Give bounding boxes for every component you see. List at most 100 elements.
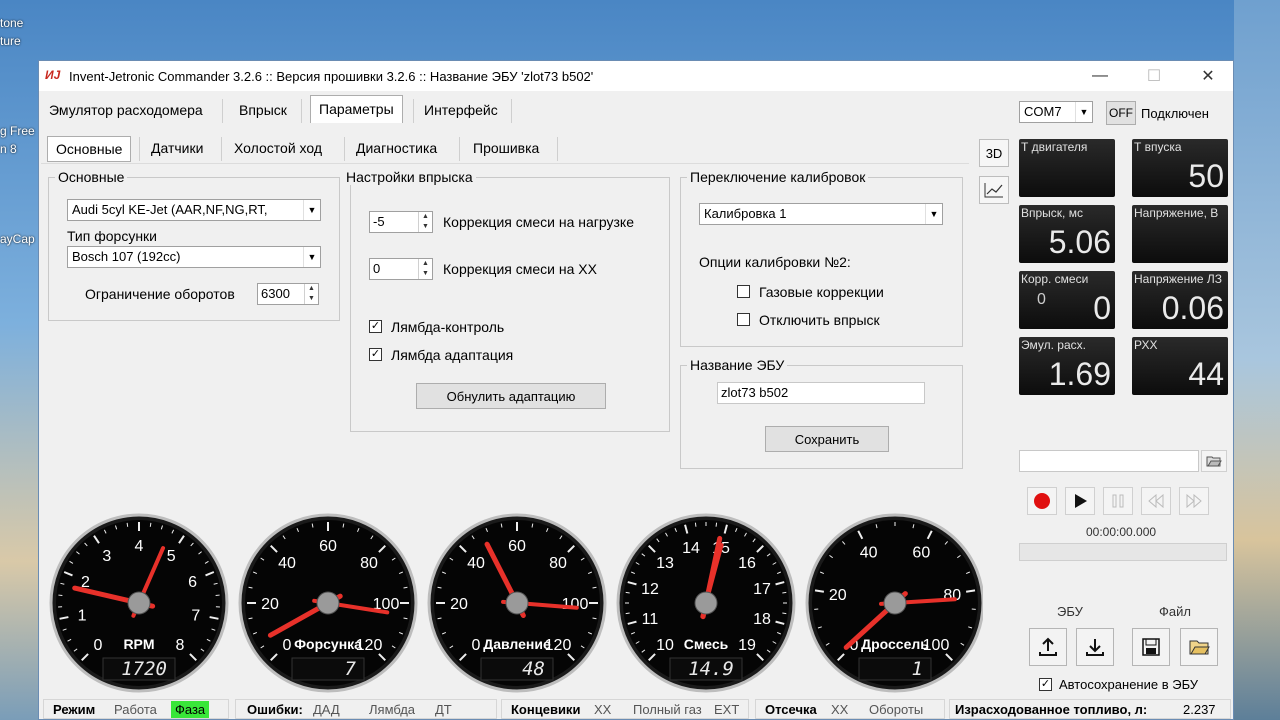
tab-separator [222, 99, 223, 123]
disable-injection-checkbox[interactable] [737, 313, 750, 326]
tab-interface[interactable]: Интерфейс [416, 97, 506, 123]
subtab-idle[interactable]: Холостой ход [226, 136, 330, 162]
gauge-tick-label: 100 [562, 596, 589, 613]
gauge-tick [965, 589, 976, 593]
record-icon [1034, 493, 1050, 509]
gas-corrections-checkbox[interactable] [737, 285, 750, 298]
subtab-separator [344, 137, 345, 161]
ecu-section-label: ЭБУ [1057, 604, 1083, 619]
desktop-left-strip: tone ture g Free n 8 ayCap [0, 0, 38, 720]
rewind-button[interactable] [1141, 487, 1171, 515]
chevron-down-icon[interactable]: ▼ [925, 204, 942, 224]
save-file-button[interactable] [1132, 628, 1170, 666]
play-button[interactable] [1065, 487, 1095, 515]
maximize-button[interactable]: ☐ [1131, 61, 1177, 91]
gauge-tick-label: 80 [549, 555, 567, 572]
tab-flowmeter-emulator[interactable]: Эмулятор расходомера [41, 97, 211, 123]
log-file-input[interactable] [1019, 450, 1199, 472]
lambda-control-checkbox[interactable]: ✓ [369, 320, 382, 333]
rpm-limit-value: 6300 [261, 286, 290, 301]
ecu-name-group [680, 365, 963, 469]
load-correction-value: -5 [373, 214, 385, 229]
gauge-hub [505, 591, 529, 615]
playback-progress[interactable] [1019, 543, 1227, 561]
gauge-name: Дроссель [861, 636, 929, 652]
gauge-tick-label: 6 [188, 574, 197, 591]
status-cutoff-xx: XX [831, 702, 849, 717]
tile-label: Т двигателя [1021, 140, 1088, 154]
status-limit-xx: XX [594, 702, 612, 717]
title-bar: ИJ Invent-Jetronic Commander 3.2.6 :: Ве… [39, 61, 1233, 91]
save-ecu-name-button[interactable]: Сохранить [765, 426, 889, 452]
chevron-down-icon[interactable]: ▼ [303, 200, 320, 220]
tile-label: РХХ [1134, 338, 1158, 352]
autosave-checkbox[interactable]: ✓ [1039, 678, 1052, 691]
calibration-select[interactable]: Калибровка 1 ▼ [699, 203, 943, 225]
spin-arrows-icon[interactable]: ▲ ▼ [418, 259, 432, 279]
pause-button[interactable] [1103, 487, 1133, 515]
upload-to-ecu-button[interactable] [1029, 628, 1067, 666]
spin-arrows-icon[interactable]: ▲ ▼ [418, 212, 432, 232]
gauge-name: Форсунка [294, 636, 362, 652]
open-file-button[interactable] [1180, 628, 1218, 666]
load-correction-input[interactable]: -5 ▲ ▼ [369, 211, 433, 233]
idle-correction-input[interactable]: 0 ▲ ▼ [369, 258, 433, 280]
load-correction-label: Коррекция смеси на нагрузке [443, 214, 635, 230]
tab-separator [301, 99, 302, 123]
gauge-tick-label: 60 [912, 544, 930, 561]
gauge-tick-label: 4 [135, 538, 144, 555]
tile-value: 50 [1188, 158, 1224, 194]
gauge-tick-label: 8 [176, 637, 185, 654]
subtab-firmware[interactable]: Прошивка [465, 136, 547, 162]
subtab-sensors[interactable]: Датчики [143, 136, 211, 162]
tile-label: Впрыск, мс [1021, 206, 1083, 220]
gauge-tick-label: 40 [467, 555, 485, 572]
close-button[interactable]: ✕ [1185, 61, 1231, 91]
subtab-diagnostics[interactable]: Диагностика [348, 136, 445, 162]
gauge-tick-label: 80 [360, 555, 378, 572]
autosave-label: Автосохранение в ЭБУ [1059, 677, 1199, 692]
connection-toggle-button[interactable]: OFF [1106, 101, 1136, 125]
injector-select[interactable]: Bosch 107 (192cc) ▼ [67, 246, 321, 268]
3d-view-button[interactable]: 3D [979, 139, 1009, 167]
lambda-control-label: Лямбда-контроль [391, 319, 505, 335]
tab-injection[interactable]: Впрыск [231, 97, 295, 123]
chevron-down-icon[interactable]: ▼ [303, 247, 320, 267]
gauge-pressure: 020406080100120Давление48 [427, 513, 607, 693]
desktop-right-strip [1234, 0, 1280, 720]
folder-open-icon [1206, 456, 1222, 467]
disable-injection-label: Отключить впрыск [759, 312, 880, 328]
gauge-tick-label: 7 [191, 607, 200, 624]
gauge-tick-label: 17 [753, 581, 771, 598]
engine-select[interactable]: Audi 5cyl KE-Jet (AAR,NF,NG,RT, ▼ [67, 199, 321, 221]
tile-idle-valve: РХХ 44 [1132, 337, 1228, 395]
subtab-separator [459, 137, 460, 161]
com-port-select[interactable]: COM7 ▼ [1019, 101, 1093, 123]
app-logo-icon: ИJ [45, 68, 61, 82]
tile-label: Напряжение, В [1134, 206, 1219, 220]
chevron-down-icon[interactable]: ▼ [1075, 102, 1092, 122]
spin-arrows-icon[interactable]: ▲ ▼ [304, 284, 318, 304]
open-log-button[interactable] [1201, 450, 1227, 472]
tile-injection-ms: Впрыск, мс 5.06 [1019, 205, 1115, 263]
subtab-basic[interactable]: Основные [47, 136, 132, 162]
tab-parameters[interactable]: Параметры [310, 95, 403, 123]
window-title: Invent-Jetronic Commander 3.2.6 :: Верси… [69, 68, 594, 84]
gauge-tick-label: 1 [78, 607, 87, 624]
gauge-tick-label: 0 [94, 637, 103, 654]
ecu-name-input[interactable]: zlot73 b502 [717, 382, 925, 404]
minimize-button[interactable]: — [1077, 61, 1123, 91]
chart-view-button[interactable] [979, 176, 1009, 204]
gauge-tick-label: 14 [682, 540, 700, 557]
gauge-tick-label: 40 [860, 544, 878, 561]
record-button[interactable] [1027, 487, 1057, 515]
rpm-limit-input[interactable]: 6300 ▲ ▼ [257, 283, 319, 305]
fast-forward-button[interactable] [1179, 487, 1209, 515]
reset-adaptation-button[interactable]: Обнулить адаптацию [416, 383, 606, 409]
lambda-adapt-checkbox[interactable]: ✓ [369, 348, 382, 361]
gauge-injector: 020406080100120Форсунка7 [238, 513, 418, 693]
gauge-tick-label: 16 [738, 555, 756, 572]
gas-corrections-label: Газовые коррекции [759, 284, 884, 300]
download-from-ecu-button[interactable] [1076, 628, 1114, 666]
desktop-label: tone [0, 16, 24, 30]
